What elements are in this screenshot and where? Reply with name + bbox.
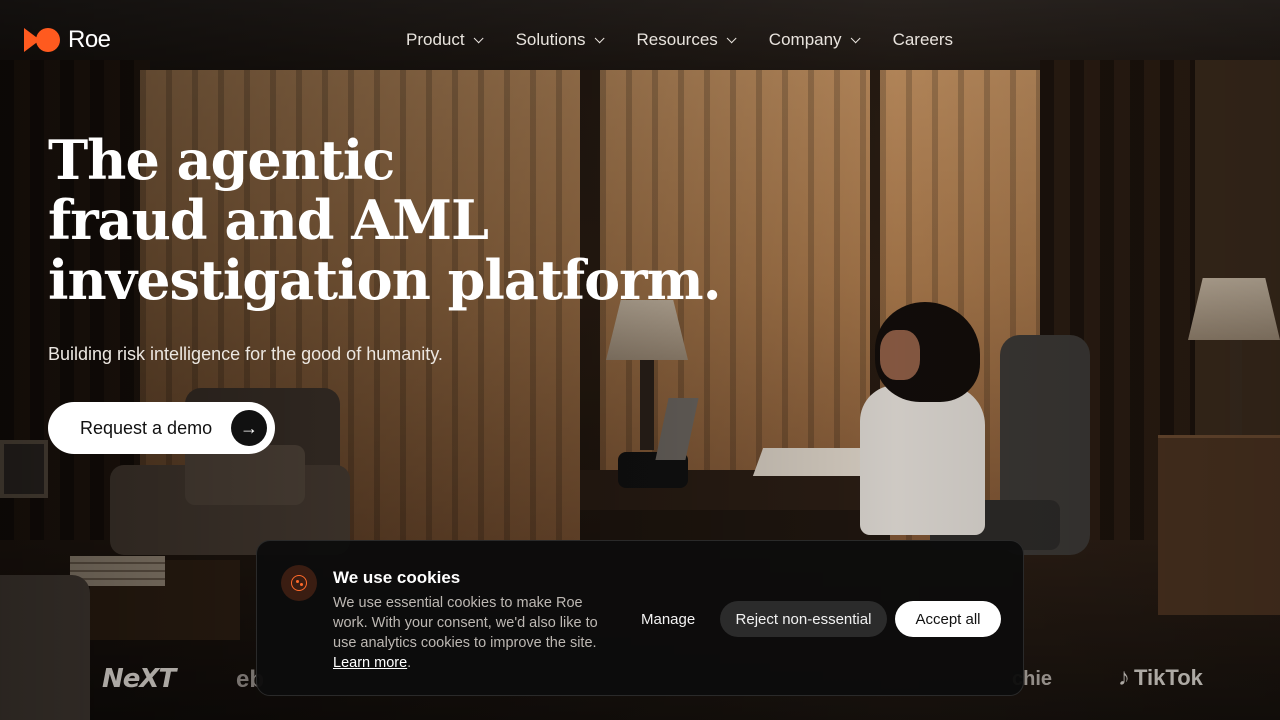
menu-item-resources[interactable]: Resources [636,30,737,50]
cookie-banner-title: We use cookies [333,568,461,587]
request-demo-button[interactable]: Request a demo → [48,402,275,454]
reject-non-essential-button[interactable]: Reject non-essential [720,601,887,637]
menu-item-careers[interactable]: Careers [893,30,953,50]
tiktok-logo: ♪ TikTok [1118,664,1203,692]
cookie-banner-period: . [407,655,412,671]
cookie-icon [291,575,307,591]
chevron-down-icon [726,32,737,43]
brand-logo-link[interactable]: Roe [24,26,111,54]
chevron-down-icon [594,32,605,43]
manage-cookies-button[interactable]: Manage [631,601,705,637]
main-menu: Product Solutions Resources Company Care… [406,30,953,50]
roe-logo-icon [24,27,60,53]
learn-more-link[interactable]: Learn more [333,655,407,671]
chevron-down-icon [473,32,484,43]
arrow-right-icon: → [231,410,267,446]
menu-item-solutions[interactable]: Solutions [515,30,605,50]
hero-title-line: fraud and AML [48,188,489,252]
top-navigation: Roe Product Solutions Resources Company … [0,0,1280,80]
cookie-icon-badge [281,565,317,601]
cookie-banner: We use cookies We use essential cookies … [256,540,1024,696]
hero-title-line: The agentic [48,128,395,192]
menu-item-label: Resources [636,30,718,49]
menu-item-label: Careers [892,30,954,49]
cookie-banner-text: We use essential cookies to make Roe wor… [333,593,603,673]
accept-all-button[interactable]: Accept all [895,601,1001,637]
menu-item-label: Company [768,30,842,49]
chevron-down-icon [850,32,861,43]
cookie-banner-body: We use essential cookies to make Roe wor… [333,595,598,651]
request-demo-label: Request a demo [80,417,213,438]
hero-title: The agentic fraud and AML investigation … [48,130,748,310]
brand-name: Roe [68,26,111,53]
next-logo: NeXT [102,664,176,694]
menu-item-company[interactable]: Company [768,30,861,50]
menu-item-label: Solutions [515,30,586,49]
menu-item-label: Product [406,30,465,49]
hero-subtitle: Building risk intelligence for the good … [48,344,443,364]
hero-title-line: investigation platform. [48,248,722,312]
menu-item-product[interactable]: Product [406,30,484,50]
tiktok-wordmark: TikTok [1134,665,1203,690]
tiktok-note-icon: ♪ [1118,664,1130,691]
